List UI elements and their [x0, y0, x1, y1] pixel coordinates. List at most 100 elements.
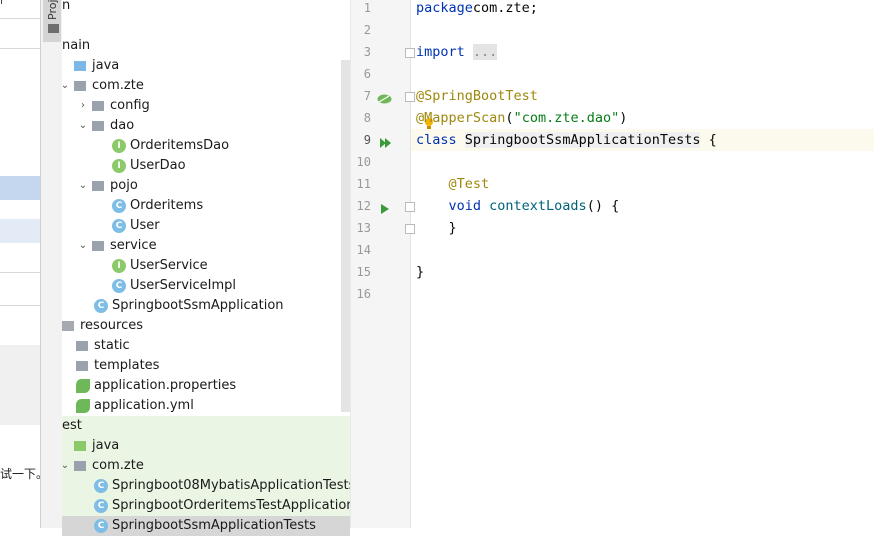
code-token: com.zte;: [472, 0, 538, 16]
class-icon: C: [112, 279, 126, 293]
tree-node[interactable]: C Orderitems: [62, 196, 350, 216]
code-line[interactable]: @Test: [416, 173, 490, 195]
tree-node[interactable]: I UserService: [62, 256, 350, 276]
tree-node[interactable]: application.properties: [62, 376, 350, 396]
line-number: 15: [356, 265, 371, 279]
tree-node[interactable]: static: [62, 336, 350, 356]
line-number: 7: [363, 89, 371, 103]
line-number: 9: [363, 133, 371, 147]
run-all-tests-icon[interactable]: [379, 134, 393, 153]
tree-node[interactable]: java: [62, 436, 350, 456]
project-tree[interactable]: n nain java ⌄ com.zte › config ⌄ dao I OrderitemsD…: [60, 0, 355, 536]
chevron-right-icon[interactable]: ›: [78, 96, 88, 116]
chevron-down-icon[interactable]: ⌄: [60, 456, 70, 476]
code-token: ...: [472, 44, 498, 60]
code-editor[interactable]: 1 2 3 6 7 8 9 10 11 12 13 14 15 16 packagecom.zte; imp…: [350, 0, 874, 528]
tree-node-label: java: [92, 438, 120, 453]
chevron-down-icon[interactable]: ⌄: [78, 116, 88, 136]
package-icon: [74, 461, 86, 471]
tree-node[interactable]: ⌄ com.zte: [60, 456, 350, 476]
tree-node[interactable]: C SpringbootSsmApplication: [62, 296, 350, 316]
tree-node-label: application.yml: [94, 398, 194, 413]
tree-node[interactable]: C SpringbootOrderitemsTestApplication: [62, 496, 355, 516]
divider: [0, 48, 40, 49]
project-tool-tab[interactable]: Proj: [43, 0, 61, 42]
code-line[interactable]: }: [416, 217, 457, 239]
tree-node[interactable]: C User: [62, 216, 350, 236]
folder-icon: [48, 24, 59, 33]
run-test-icon[interactable]: [380, 200, 390, 219]
class-icon: C: [94, 479, 108, 493]
package-icon: [92, 181, 104, 191]
tree-node[interactable]: n: [62, 0, 350, 16]
background-selected-row[interactable]: [0, 176, 40, 200]
fold-marker-icon[interactable]: [405, 202, 415, 212]
fold-marker-icon[interactable]: [405, 48, 415, 58]
tree-node[interactable]: › config: [62, 96, 350, 116]
interface-icon: I: [112, 139, 126, 153]
package-icon: [92, 121, 104, 131]
tree-node-label: n: [62, 0, 71, 13]
tree-node[interactable]: C SpringbootSsmApplicationTests: [62, 516, 350, 536]
editor-gutter[interactable]: 1 2 3 6 7 8 9 10 11 12 13 14 15 16: [351, 0, 433, 528]
interface-icon: I: [112, 159, 126, 173]
code-line[interactable]: void contextLoads() {: [416, 195, 620, 217]
chevron-down-icon[interactable]: ⌄: [78, 236, 88, 256]
background-chinese-text: 试一下。: [0, 467, 40, 481]
tree-node-label: templates: [94, 358, 160, 373]
tree-node[interactable]: templates: [62, 356, 350, 376]
package-icon: [92, 101, 104, 111]
line-number: 6: [363, 67, 371, 81]
tree-node-label: UserServiceImpl: [130, 278, 237, 293]
tree-scrollbar[interactable]: [341, 60, 350, 412]
fold-marker-icon[interactable]: [405, 224, 415, 234]
spring-leaf-icon: [76, 379, 90, 393]
tree-node[interactable]: est: [62, 416, 350, 436]
spring-bean-icon[interactable]: [377, 90, 392, 109]
tree-node-label: UserDao: [130, 158, 186, 173]
line-number: 16: [356, 287, 371, 301]
line-number: 1: [363, 1, 371, 15]
tree-node[interactable]: application.yml: [62, 396, 350, 416]
tree-node-label: OrderitemsDao: [130, 138, 230, 153]
tree-node-label: pojo: [110, 178, 138, 193]
code-token: (: [505, 110, 514, 126]
line-number: 10: [356, 155, 371, 169]
code-token: "com.zte.dao": [513, 110, 620, 126]
code-token: contextLoads: [489, 198, 587, 214]
code-line[interactable]: @SpringBootTest: [416, 85, 538, 107]
package-icon: [76, 361, 88, 371]
code-line[interactable]: @MapperScan("com.zte.dao"): [416, 107, 627, 129]
tree-node[interactable]: C Springboot08MybatisApplicationTests: [62, 476, 355, 496]
tree-node[interactable]: ⌄ com.zte: [60, 76, 350, 96]
divider: [0, 305, 40, 306]
code-token: @: [416, 110, 425, 126]
code-line[interactable]: }: [416, 261, 424, 283]
tree-node-label: application.properties: [94, 378, 237, 393]
class-icon: C: [94, 499, 108, 513]
chevron-down-icon[interactable]: ⌄: [60, 76, 70, 96]
tree-node[interactable]: C UserServiceImpl: [62, 276, 350, 296]
tree-node[interactable]: java: [62, 56, 350, 76]
tree-node[interactable]: ⌄ dao: [62, 116, 350, 136]
code-line[interactable]: import ...: [416, 41, 498, 63]
tree-node[interactable]: I OrderitemsDao: [62, 136, 350, 156]
interface-icon: I: [112, 259, 126, 273]
tree-node-label: SpringbootSsmApplication: [112, 298, 284, 313]
tree-node[interactable]: resources: [62, 316, 350, 336]
code-line[interactable]: class SpringbootSsmApplicationTests {: [416, 129, 717, 151]
background-hover-row[interactable]: [0, 219, 40, 243]
folder-icon: [62, 321, 74, 331]
class-icon: C: [94, 299, 108, 313]
tree-node[interactable]: I UserDao: [62, 156, 350, 176]
fold-marker-icon[interactable]: [405, 92, 415, 102]
background-panel: [0, 345, 40, 425]
tree-node[interactable]: ⌄ pojo: [62, 176, 350, 196]
chevron-down-icon[interactable]: ⌄: [78, 176, 88, 196]
code-token: void: [448, 198, 490, 214]
code-line[interactable]: packagecom.zte;: [416, 0, 538, 19]
tree-node[interactable]: ⌄ service: [62, 236, 350, 256]
folder-icon: [74, 441, 86, 451]
tree-node[interactable]: nain: [62, 36, 350, 56]
